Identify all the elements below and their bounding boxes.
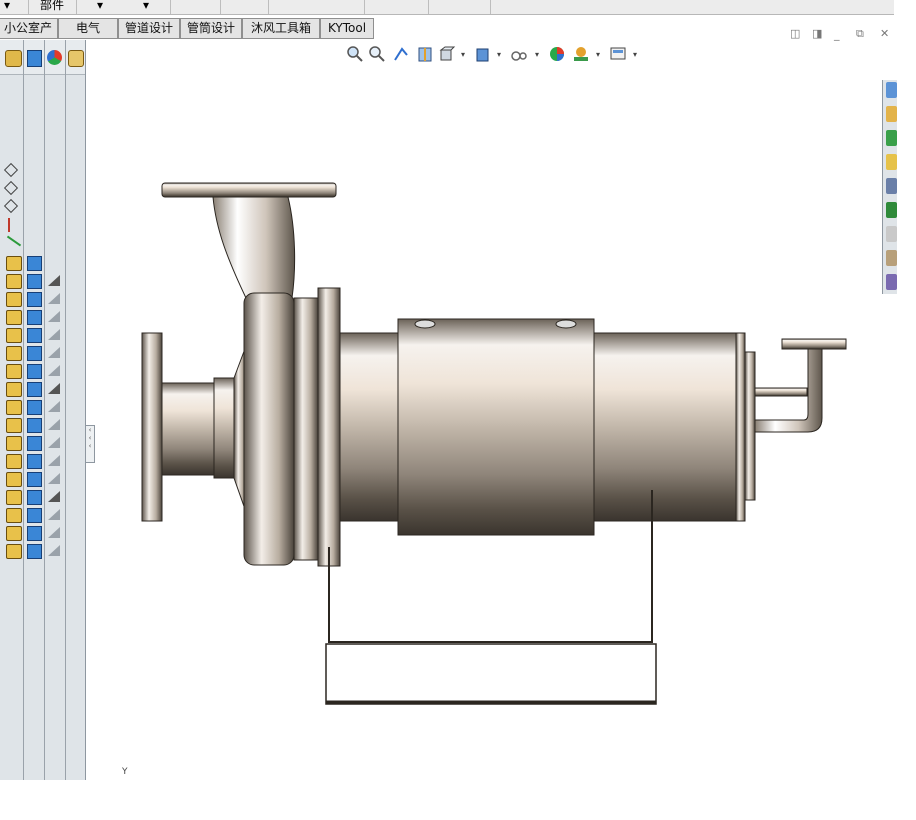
discharge-elbow[interactable] (212, 196, 296, 299)
end-cover[interactable] (735, 332, 746, 522)
cooling-pipe-branch[interactable] (754, 387, 808, 397)
cooling-flange[interactable] (781, 338, 847, 350)
motor-terminal-housing[interactable] (397, 318, 595, 536)
graphics-area[interactable] (0, 0, 916, 820)
base-plate[interactable] (325, 643, 657, 705)
volute-casing[interactable] (243, 292, 295, 566)
triad-y-label: Y (122, 767, 128, 777)
suction-nozzle[interactable] (161, 382, 215, 476)
bearing-flange[interactable] (317, 287, 341, 567)
motor-body[interactable] (593, 332, 737, 522)
casing-cover[interactable] (293, 297, 319, 561)
suction-ring[interactable] (213, 377, 235, 479)
suction-flange[interactable] (141, 332, 163, 522)
pump-model[interactable] (141, 182, 847, 705)
end-cap[interactable] (744, 351, 756, 501)
lifting-eye[interactable] (414, 319, 436, 329)
motor-adapter[interactable] (339, 332, 399, 522)
lifting-eye[interactable] (555, 319, 577, 329)
discharge-flange[interactable] (161, 182, 337, 198)
